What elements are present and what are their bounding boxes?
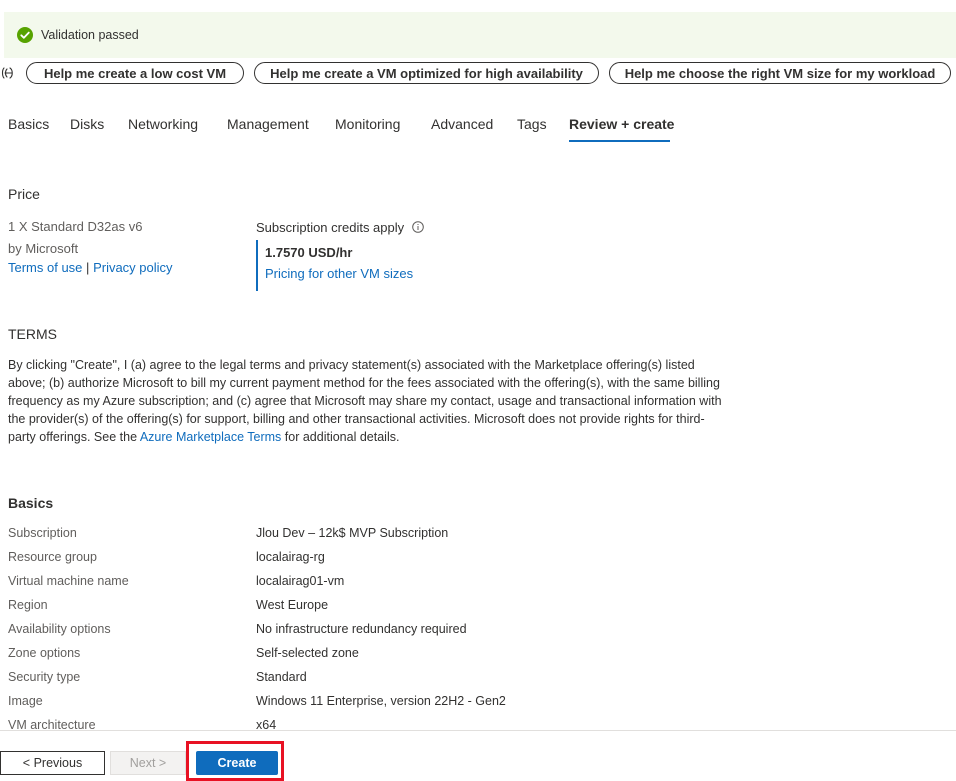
tab-disks[interactable]: Disks (70, 116, 104, 132)
suggestion-low-cost-vm-button[interactable]: Help me create a low cost VM (26, 62, 244, 84)
pricing-other-sizes-link[interactable]: Pricing for other VM sizes (265, 266, 413, 281)
link-separator: | (86, 260, 90, 275)
info-icon[interactable] (411, 221, 424, 233)
next-button[interactable]: Next > (110, 751, 186, 775)
copilot-suggestions: Help me create a low cost VM Help me cre… (0, 62, 956, 86)
create-button[interactable]: Create (196, 751, 278, 775)
checkmark-circle-icon (17, 27, 33, 43)
terms-body-end: for additional details. (281, 430, 400, 444)
copilot-icon (1, 67, 13, 79)
tab-networking[interactable]: Networking (128, 116, 198, 132)
tab-monitoring[interactable]: Monitoring (335, 116, 400, 132)
suggestion-high-availability-button[interactable]: Help me create a VM optimized for high a… (254, 62, 599, 84)
tab-management[interactable]: Management (227, 116, 309, 132)
image-value: Windows 11 Enterprise, version 22H2 - Ge… (256, 694, 506, 708)
basics-heading: Basics (8, 495, 54, 511)
price-heading: Price (8, 186, 40, 202)
vm-name-label: Virtual machine name (8, 574, 129, 588)
tab-review-create[interactable]: Review + create (569, 116, 674, 132)
availability-options-label: Availability options (8, 622, 111, 636)
terms-text: By clicking "Create", I (a) agree to the… (8, 356, 724, 446)
zone-options-label: Zone options (8, 646, 81, 660)
terms-heading: TERMS (8, 326, 57, 342)
price-links: Terms of use | Privacy policy (8, 260, 173, 275)
subscription-label: Subscription (8, 526, 77, 540)
security-type-value: Standard (256, 670, 307, 684)
availability-options-value: No infrastructure redundancy required (256, 622, 467, 636)
resource-group-value: localairag-rg (256, 550, 325, 564)
terms-of-use-link[interactable]: Terms of use (8, 260, 82, 275)
marketplace-terms-link[interactable]: Azure Marketplace Terms (140, 430, 282, 444)
zone-options-value: Self-selected zone (256, 646, 359, 660)
region-value: West Europe (256, 598, 329, 612)
validation-text: Validation passed (41, 28, 139, 42)
wizard-tabs: Basics Disks Networking Management Monit… (0, 110, 700, 144)
subscription-value: Jlou Dev – 12k$ MVP Subscription (256, 526, 449, 540)
suggestion-vm-size-button[interactable]: Help me choose the right VM size for my … (609, 62, 951, 84)
tab-tags[interactable]: Tags (517, 116, 547, 132)
tab-basics[interactable]: Basics (8, 116, 49, 132)
resource-group-label: Resource group (8, 550, 97, 564)
credits-label: Subscription credits apply (256, 220, 405, 235)
previous-button[interactable]: < Previous (0, 751, 105, 775)
tab-advanced[interactable]: Advanced (431, 116, 493, 132)
validation-banner: Validation passed (4, 12, 956, 58)
security-type-label: Security type (8, 670, 81, 684)
image-label: Image (8, 694, 43, 708)
price-amount: 1.7570 USD/hr (265, 245, 353, 260)
region-label: Region (8, 598, 48, 612)
subscription-credits: Subscription credits apply (256, 220, 424, 235)
active-tab-indicator (569, 140, 670, 142)
price-summary: 1.7570 USD/hr Pricing for other VM sizes (256, 240, 413, 291)
privacy-policy-link[interactable]: Privacy policy (93, 260, 172, 275)
vm-name-value: localairag01-vm (256, 574, 345, 588)
price-publisher: by Microsoft (8, 241, 79, 256)
price-product: 1 X Standard D32as v6 (8, 219, 143, 234)
